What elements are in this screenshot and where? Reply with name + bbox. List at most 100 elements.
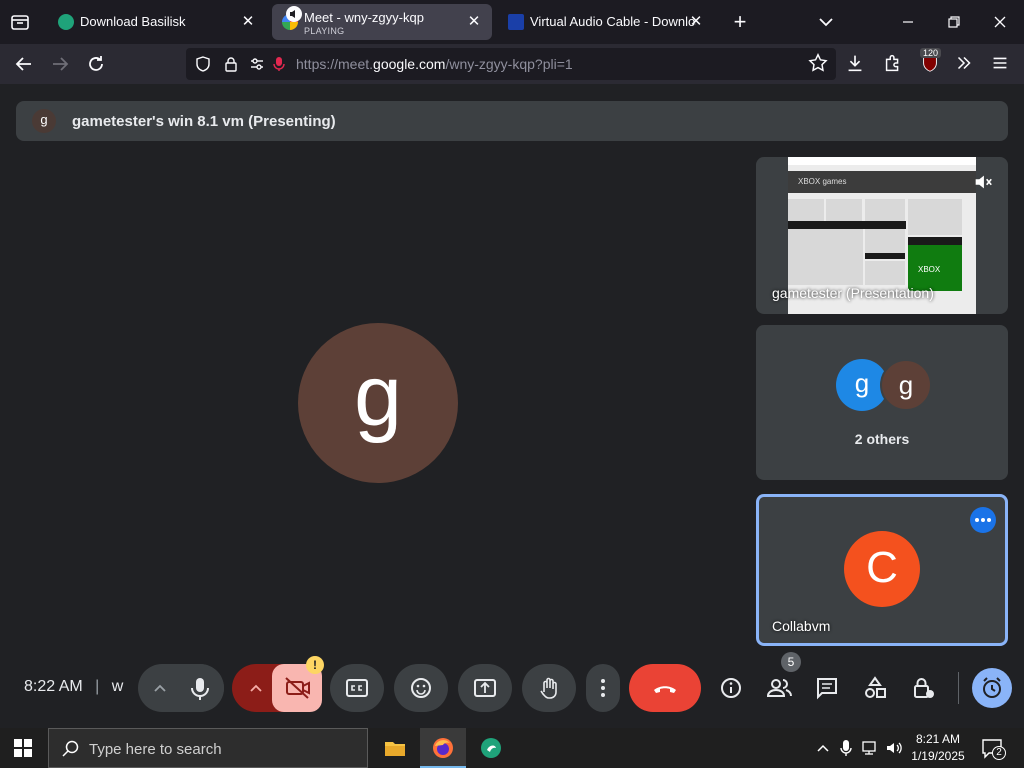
captions-button[interactable] [330, 664, 384, 712]
volume-icon[interactable] [884, 738, 904, 758]
restore-button[interactable] [944, 12, 964, 32]
action-center-button[interactable]: 2 [980, 736, 1006, 760]
arrow-left-icon [15, 57, 31, 71]
collabvm-tile[interactable]: C Collabvm [756, 494, 1008, 646]
tab-strip: Download Basilisk ✕ Meet - wny-zgyy-kqp … [0, 0, 1024, 44]
participants-count-badge: 5 [781, 652, 801, 672]
taskbar-search-box[interactable]: Type here to search [48, 728, 368, 768]
tab-download-basilisk[interactable]: Download Basilisk ✕ [48, 4, 266, 40]
ublock-extension-button[interactable]: 120 [918, 48, 942, 76]
windows-taskbar: Type here to search 8:21 AM 1/19/2025 2 [0, 728, 1024, 768]
show-hidden-icons-button[interactable] [814, 738, 832, 758]
raise-hand-button[interactable] [522, 664, 576, 712]
bookmark-star-button[interactable] [806, 52, 830, 76]
muted-speaker-icon [972, 171, 994, 198]
people-button[interactable]: 5 [763, 652, 801, 704]
microphone-button[interactable] [176, 664, 224, 712]
shield-icon[interactable] [194, 55, 212, 78]
people-icon [766, 679, 792, 697]
microphone-tray-icon[interactable] [838, 738, 854, 758]
list-all-tabs-button[interactable] [8, 10, 32, 34]
hand-icon [540, 677, 557, 699]
timer-button[interactable] [972, 668, 1012, 708]
chevron-up-icon [817, 744, 829, 752]
overflow-chevron-button[interactable] [952, 52, 976, 76]
host-controls-button[interactable] [907, 672, 939, 704]
star-icon [808, 53, 828, 72]
arrow-right-icon [53, 57, 69, 71]
clock-date: 1/19/2025 [911, 749, 965, 763]
reload-button[interactable] [84, 52, 108, 76]
basilisk-icon [58, 14, 74, 30]
present-screen-button[interactable] [458, 664, 512, 712]
forward-button[interactable] [48, 52, 72, 76]
basilisk-taskbar-button[interactable] [468, 728, 514, 768]
reactions-button[interactable] [394, 664, 448, 712]
speaker-playing-icon[interactable] [286, 6, 302, 22]
tab-google-meet[interactable]: Meet - wny-zgyy-kqp PLAYING ✕ [272, 4, 492, 40]
permissions-icon[interactable] [248, 55, 266, 78]
firefox-taskbar-button[interactable] [420, 728, 466, 768]
chevron-up-icon [250, 684, 262, 692]
tab-title: Meet - wny-zgyy-kqp [304, 10, 424, 25]
avatar: C [844, 531, 920, 607]
avatar: g [32, 109, 56, 133]
lock-icon[interactable] [222, 55, 240, 78]
extensions-button[interactable] [881, 52, 905, 76]
folder-icon [385, 741, 405, 756]
camera-control-group: ! [232, 656, 324, 712]
leave-call-button[interactable] [629, 664, 701, 712]
download-icon [848, 55, 862, 72]
close-icon[interactable]: ✕ [238, 12, 258, 32]
basilisk-icon [481, 737, 501, 758]
hamburger-icon [993, 57, 1007, 69]
search-placeholder: Type here to search [89, 741, 222, 758]
video-options-button[interactable] [248, 664, 264, 730]
file-explorer-taskbar-button[interactable] [372, 728, 418, 768]
presenting-text: gametester's win 8.1 vm (Presenting) [72, 113, 336, 130]
tab-title: Virtual Audio Cable - Downloa [530, 14, 696, 29]
downloads-button[interactable] [843, 52, 867, 76]
present-to-all-icon [474, 679, 496, 697]
close-window-button[interactable] [990, 12, 1010, 32]
more-options-button[interactable] [970, 507, 996, 533]
chat-button[interactable] [811, 672, 843, 704]
back-button[interactable] [12, 52, 36, 76]
firefox-icon [433, 737, 453, 758]
reload-icon [89, 56, 103, 71]
presentation-tile[interactable]: XBOX games XBOX gametester (Presentation… [756, 157, 1008, 314]
divider [958, 672, 959, 704]
chevron-down-icon[interactable] [814, 10, 838, 34]
network-icon[interactable] [860, 738, 880, 758]
close-icon[interactable]: ✕ [464, 12, 484, 32]
activities-button[interactable] [859, 672, 891, 704]
minimize-button[interactable] [898, 12, 918, 32]
puzzle-icon [885, 54, 899, 72]
others-tile[interactable]: g g 2 others [756, 325, 1008, 480]
microphone-active-icon[interactable] [270, 55, 288, 78]
app-menu-button[interactable] [988, 52, 1012, 76]
thumbnail-brand-text: XBOX [918, 265, 941, 274]
captions-icon [346, 679, 368, 697]
extension-badge: 120 [920, 48, 942, 58]
system-clock[interactable]: 8:21 AM 1/19/2025 [906, 731, 970, 765]
thumbnail-header-text: XBOX games [798, 177, 847, 186]
others-count-label: 2 others [854, 431, 910, 447]
close-icon[interactable]: ✕ [686, 12, 706, 32]
url-bar[interactable]: https://meet.google.com/wny-zgyy-kqp?pli… [186, 48, 836, 80]
double-chevron-right-icon [957, 56, 971, 70]
start-button[interactable] [0, 728, 46, 768]
navigation-toolbar: https://meet.google.com/wny-zgyy-kqp?pli… [0, 44, 1024, 84]
info-icon [721, 678, 741, 698]
avatar: g [880, 359, 932, 411]
chat-icon [817, 678, 837, 700]
audio-options-button[interactable] [148, 664, 172, 730]
windows-logo-icon [14, 738, 32, 757]
shapes-icon [865, 676, 886, 698]
more-vertical-icon [601, 679, 605, 697]
more-options-button[interactable] [586, 664, 620, 712]
tab-virtual-audio-cable[interactable]: Virtual Audio Cable - Downloa ✕ [498, 4, 714, 40]
meeting-details-button[interactable] [715, 672, 747, 704]
url-text: https://meet.google.com/wny-zgyy-kqp?pli… [296, 56, 573, 72]
new-tab-button[interactable]: + [728, 8, 752, 36]
